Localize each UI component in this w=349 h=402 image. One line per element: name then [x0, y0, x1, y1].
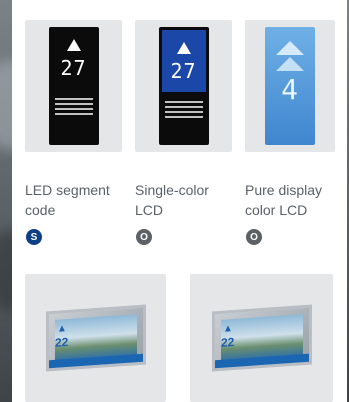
- product-panel: 27 LED segment code S 27 Single-color LC…: [12, 0, 347, 402]
- product-label-pure-display-color-lcd[interactable]: Pure display color LCD: [245, 180, 349, 220]
- led-display-panel: 27: [48, 27, 99, 145]
- up-arrow-icon: [176, 42, 191, 54]
- up-chevron-icon: [276, 57, 304, 71]
- display-info-lines: [54, 95, 93, 118]
- badge-o-icon[interactable]: O: [246, 229, 262, 245]
- display-info-lines: [164, 98, 203, 121]
- product-card-led-segment[interactable]: 27 LED segment code S: [25, 20, 125, 250]
- product-label-single-color-lcd[interactable]: Single-color LCD: [135, 180, 245, 220]
- floor-number: 22: [54, 334, 68, 350]
- floor-number: 27: [60, 56, 87, 80]
- product-image-single-color-lcd[interactable]: 27: [135, 20, 232, 152]
- product-card-pure-display-color-lcd[interactable]: 4 Pure display color LCD O: [245, 20, 345, 250]
- floor-number: 27: [170, 59, 197, 83]
- product-label-led-segment[interactable]: LED segment code: [25, 180, 135, 220]
- product-image-wide-lcd-2[interactable]: ▲ 22: [190, 274, 333, 402]
- product-image-led-segment[interactable]: 27: [25, 20, 122, 152]
- wide-lcd-screen: ▲ 22: [45, 304, 146, 372]
- up-chevron-icon: [276, 41, 304, 55]
- up-arrow-icon: ▲: [56, 323, 67, 335]
- color-lcd-panel: 4: [265, 27, 315, 145]
- up-arrow-icon: [66, 39, 81, 51]
- product-image-pure-display-color-lcd[interactable]: 4: [245, 20, 335, 152]
- product-image-wide-lcd-1[interactable]: ▲ 22: [25, 274, 166, 402]
- wide-lcd-screen: ▲ 22: [211, 304, 312, 372]
- badge-s-icon[interactable]: S: [26, 229, 42, 245]
- floor-number: 22: [220, 334, 234, 350]
- lcd-display-panel: 27: [158, 27, 209, 145]
- badge-o-icon[interactable]: O: [136, 229, 152, 245]
- up-arrow-icon: ▲: [222, 323, 233, 335]
- floor-number: 4: [281, 73, 299, 106]
- product-card-single-color-lcd[interactable]: 27 Single-color LCD O: [135, 20, 235, 250]
